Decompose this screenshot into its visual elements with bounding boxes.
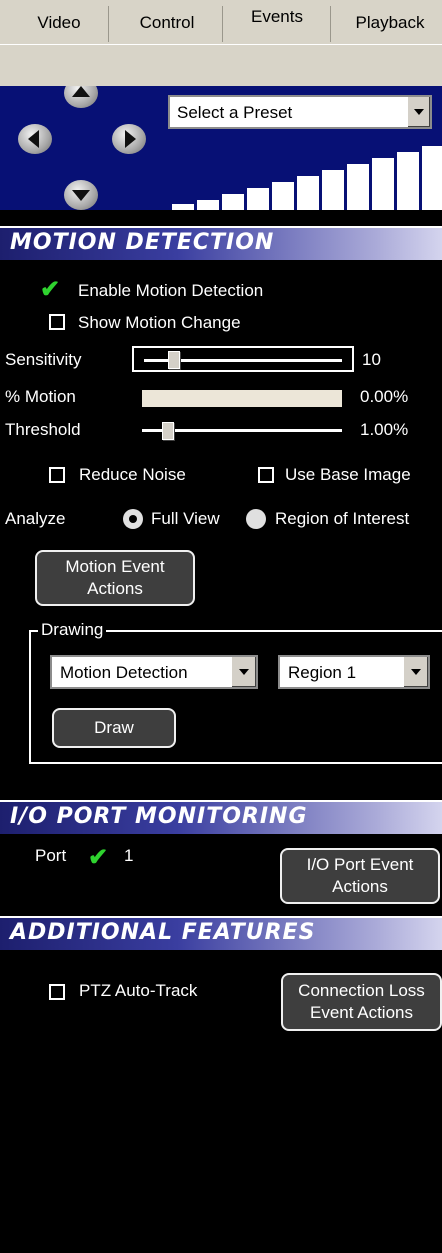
percent-motion-label: % Motion — [5, 387, 76, 406]
button-label: I/O Port Event — [306, 855, 414, 874]
motion-detection-title: MOTION DETECTION — [10, 230, 275, 255]
motion-event-actions-button[interactable]: Motion Event Actions — [35, 550, 195, 606]
threshold-slider[interactable] — [138, 420, 346, 442]
button-label: Connection Loss — [298, 981, 425, 1000]
pan-up-button[interactable] — [64, 86, 98, 108]
full-view-label: Full View — [151, 509, 220, 528]
tab-divider — [222, 6, 223, 42]
draw-button[interactable]: Draw — [52, 708, 176, 748]
slider-thumb[interactable] — [162, 422, 174, 440]
drawing-legend: Drawing — [38, 620, 107, 640]
io-port-title: I/O PORT MONITORING — [10, 804, 308, 829]
percent-motion-bar — [142, 390, 342, 407]
button-label: Actions — [332, 877, 388, 896]
tab-bar: Video Control Events Playback — [0, 0, 442, 86]
chevron-down-icon — [239, 669, 249, 675]
region-dropdown-button[interactable] — [403, 657, 428, 687]
zoom-level-bars[interactable] — [170, 138, 442, 210]
pan-left-button[interactable] — [18, 124, 52, 154]
checkmark-icon[interactable]: ✔ — [88, 843, 108, 872]
arrow-right-icon — [125, 130, 136, 148]
region-of-interest-label: Region of Interest — [275, 509, 410, 528]
sensitivity-label: Sensitivity — [5, 350, 82, 369]
drawing-mode-value: Motion Detection — [60, 663, 188, 682]
button-label: Actions — [87, 579, 143, 598]
port-value: 1 — [124, 846, 134, 865]
tab-underline — [0, 44, 442, 45]
tab-divider — [108, 6, 109, 42]
reduce-noise-label: Reduce Noise — [79, 465, 186, 484]
io-port-header: I/O PORT MONITORING — [0, 800, 442, 834]
additional-features-header: ADDITIONAL FEATURES — [0, 916, 442, 950]
button-label: Event Actions — [309, 1003, 413, 1022]
ptz-auto-track-checkbox[interactable] — [49, 984, 65, 1000]
use-base-image-label: Use Base Image — [285, 465, 411, 484]
region-select[interactable]: Region 1 — [278, 655, 430, 689]
threshold-value: 1.00% — [360, 420, 409, 439]
pan-right-button[interactable] — [112, 124, 146, 154]
sensitivity-value: 10 — [362, 350, 381, 369]
drawing-mode-dropdown-button[interactable] — [231, 657, 256, 687]
tab-playback[interactable]: Playback — [338, 0, 442, 46]
port-label: Port — [35, 846, 67, 865]
pan-down-button[interactable] — [64, 180, 98, 210]
button-label: Motion Event — [65, 557, 165, 576]
slider-thumb[interactable] — [168, 351, 180, 369]
region-of-interest-radio[interactable] — [246, 509, 266, 529]
ptz-panel: Select a Preset — [0, 86, 442, 210]
tab-video[interactable]: Video — [18, 0, 100, 46]
preset-select[interactable]: Select a Preset — [168, 95, 432, 129]
analyze-label: Analyze — [5, 509, 66, 528]
arrow-left-icon — [28, 130, 39, 148]
arrow-down-icon — [72, 190, 90, 201]
tab-control[interactable]: Control — [118, 0, 216, 46]
checkmark-icon[interactable]: ✔ — [40, 275, 60, 304]
show-motion-change-checkbox[interactable] — [49, 314, 65, 330]
chevron-down-icon — [414, 109, 424, 115]
preset-dropdown-button[interactable] — [407, 97, 430, 127]
tab-divider — [330, 6, 331, 42]
ptz-auto-track-label: PTZ Auto-Track — [79, 981, 198, 1000]
use-base-image-checkbox[interactable] — [258, 467, 274, 483]
threshold-label: Threshold — [5, 420, 81, 439]
percent-motion-value: 0.00% — [360, 387, 409, 406]
show-motion-change-label: Show Motion Change — [78, 313, 241, 332]
preset-select-value: Select a Preset — [177, 103, 293, 122]
enable-motion-label: Enable Motion Detection — [78, 281, 264, 300]
motion-detection-header: MOTION DETECTION — [0, 226, 442, 260]
connection-loss-event-actions-button[interactable]: Connection Loss Event Actions — [281, 973, 442, 1031]
reduce-noise-checkbox[interactable] — [49, 467, 65, 483]
region-value: Region 1 — [288, 663, 357, 682]
arrow-up-icon — [72, 86, 90, 97]
tab-events[interactable]: Events — [230, 0, 324, 40]
additional-features-title: ADDITIONAL FEATURES — [10, 920, 316, 945]
full-view-radio[interactable] — [123, 509, 143, 529]
sensitivity-slider[interactable] — [132, 346, 354, 372]
chevron-down-icon — [411, 669, 421, 675]
drawing-mode-select[interactable]: Motion Detection — [50, 655, 258, 689]
io-port-event-actions-button[interactable]: I/O Port Event Actions — [280, 848, 440, 904]
